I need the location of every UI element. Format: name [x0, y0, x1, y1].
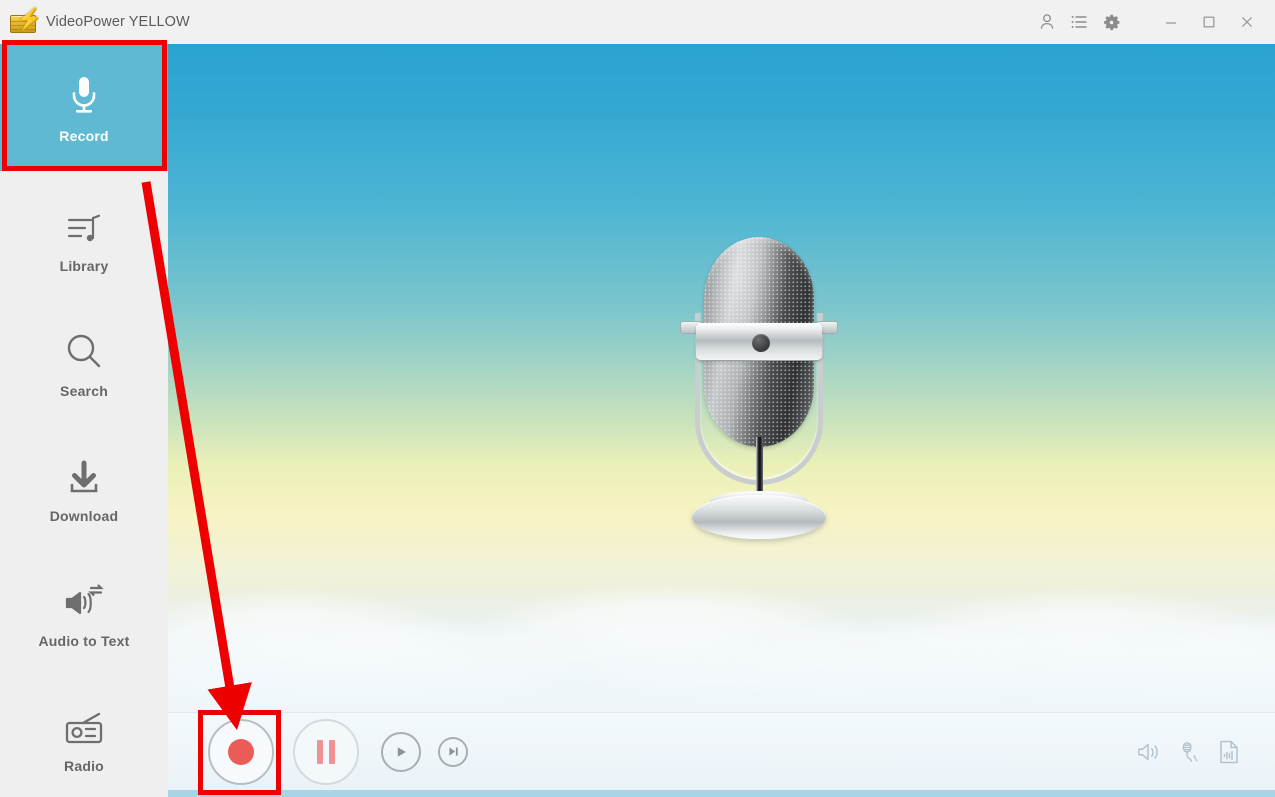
title-bar: ⚡ VideoPower YELLOW — [0, 0, 1275, 44]
player-right-actions — [1129, 732, 1275, 772]
retro-microphone-illustration — [674, 237, 844, 557]
speaker-icon[interactable] — [1129, 732, 1169, 772]
titlebar-actions — [1031, 0, 1275, 44]
app-title: VideoPower YELLOW — [46, 14, 190, 30]
player-pause-button[interactable] — [293, 718, 359, 785]
player-next-button[interactable] — [438, 736, 468, 767]
player-control-bar — [168, 712, 1275, 790]
sidebar-item-audio-to-text[interactable]: Audio to Text — [0, 562, 168, 662]
player-record-button[interactable] — [208, 718, 274, 785]
music-list-icon — [65, 201, 103, 247]
sidebar-item-record[interactable]: Record — [0, 44, 168, 171]
maximize-button[interactable] — [1193, 6, 1225, 38]
sidebar-item-label: Download — [49, 507, 119, 524]
sidebar-item-label: Radio — [64, 757, 104, 774]
skip-next-icon — [448, 747, 458, 756]
gear-icon[interactable] — [1095, 6, 1127, 38]
sidebar-item-search[interactable]: Search — [0, 312, 168, 412]
account-icon[interactable] — [1031, 6, 1063, 38]
pause-bars-icon — [317, 739, 335, 764]
play-triangle-icon — [397, 746, 406, 757]
player-play-button[interactable] — [381, 731, 421, 772]
main-stage — [168, 44, 1275, 712]
audio-file-icon[interactable] — [1209, 732, 1249, 772]
sidebar-item-library[interactable]: Library — [0, 187, 168, 287]
sidebar-item-label: Search — [60, 382, 108, 399]
sidebar: Record Library Search Download Audio to … — [0, 44, 168, 797]
download-arrow-icon — [65, 451, 103, 497]
sidebar-item-download[interactable]: Download — [0, 437, 168, 537]
task-list-icon[interactable] — [1063, 6, 1095, 38]
record-dot-icon — [228, 738, 254, 765]
microphone-icon — [67, 71, 101, 117]
film-reel-lightning-icon: ⚡ — [8, 9, 42, 35]
radio-icon — [63, 701, 105, 747]
sidebar-item-label: Record — [59, 128, 109, 144]
close-button[interactable] — [1231, 6, 1263, 38]
application-window: ⚡ VideoPower YELLOW Record Library Searc… — [0, 0, 1275, 797]
magnifier-icon — [64, 326, 104, 372]
bottom-accent-strip — [168, 790, 1275, 797]
sidebar-item-radio[interactable]: Radio — [0, 687, 168, 787]
sidebar-item-label: Library — [59, 257, 109, 274]
audio-to-text-icon — [63, 576, 105, 622]
microphone-plug-icon[interactable] — [1169, 732, 1209, 772]
sidebar-item-label: Audio to Text — [38, 632, 130, 649]
minimize-button[interactable] — [1155, 6, 1187, 38]
